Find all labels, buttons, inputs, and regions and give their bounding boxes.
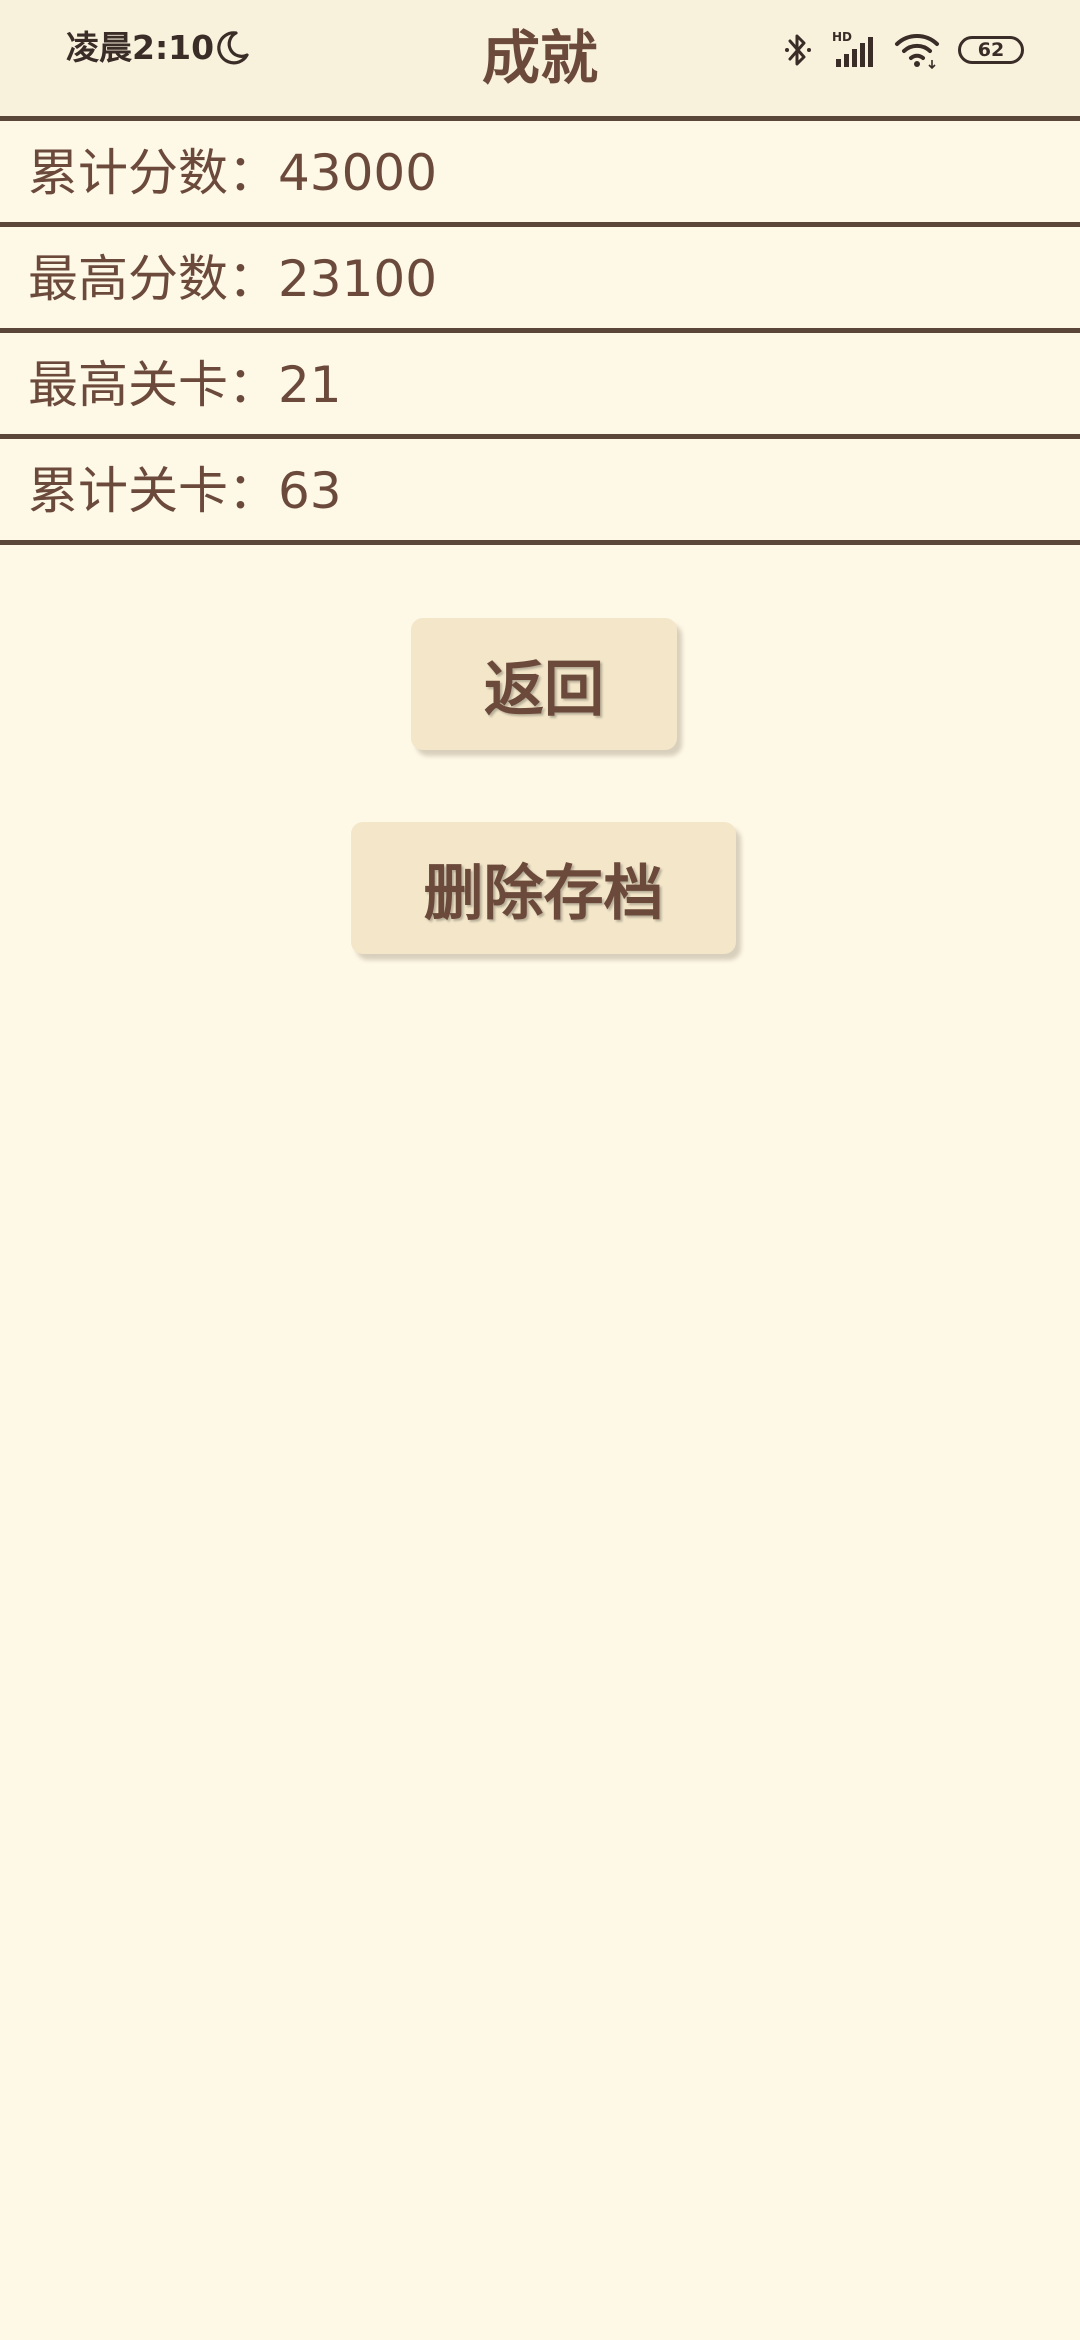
signal-icon: HD <box>832 30 876 70</box>
wifi-icon <box>894 30 940 70</box>
stat-row-total-levels: 累计关卡：63 <box>0 439 1080 545</box>
stat-row-high-level: 最高关卡：21 <box>0 333 1080 439</box>
back-button[interactable]: 返回 <box>411 618 677 750</box>
stat-high-level: 最高关卡：21 <box>28 356 342 414</box>
stat-row-total-score: 累计分数：43000 <box>0 121 1080 227</box>
stat-total-score: 累计分数：43000 <box>28 144 438 202</box>
status-bar: 凌晨2:10 成就 HD 62 <box>0 0 1080 116</box>
battery-level: 62 <box>977 39 1005 61</box>
status-icons: HD 62 <box>782 28 1024 72</box>
battery-icon: 62 <box>958 36 1024 64</box>
hd-label: HD <box>832 30 852 44</box>
stat-row-high-score: 最高分数：23100 <box>0 227 1080 333</box>
stat-high-score: 最高分数：23100 <box>28 250 438 308</box>
delete-save-button[interactable]: 删除存档 <box>351 822 736 954</box>
bluetooth-icon <box>782 30 814 70</box>
stat-total-levels: 累计关卡：63 <box>28 462 342 520</box>
